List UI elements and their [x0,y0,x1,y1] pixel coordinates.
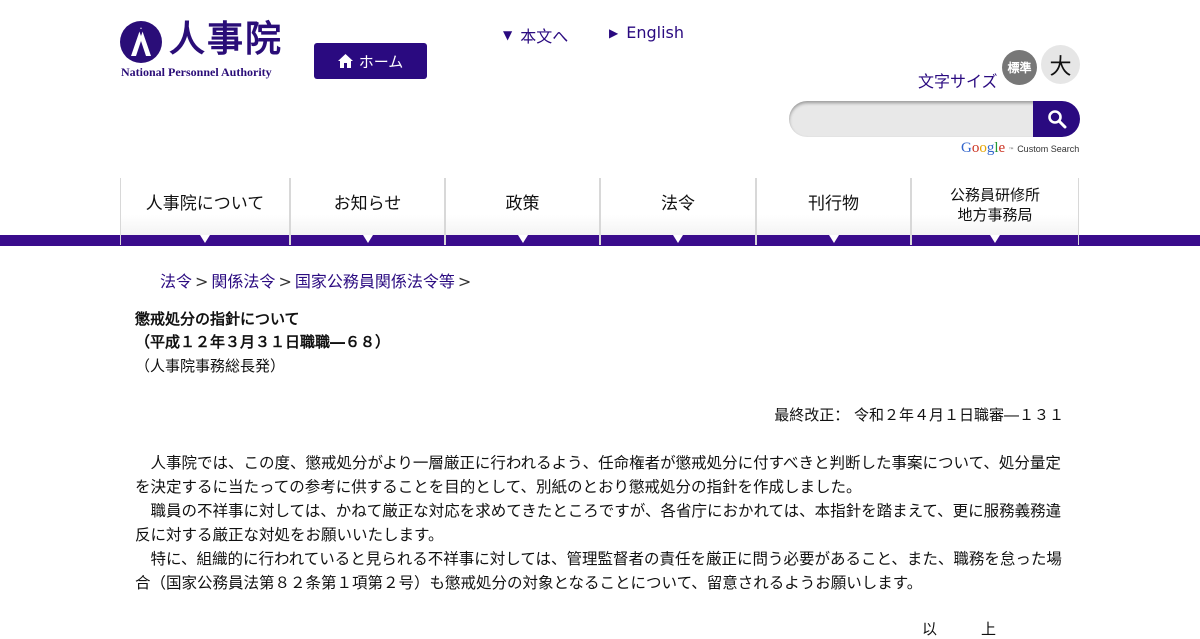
page-title: 懲戒処分の指針について （平成１２年３月３１日職職―６８） [135,308,390,354]
breadcrumb-separator: > [457,272,472,291]
document-revision: 最終改正： 令和２年４月１日職審―１３１ [774,406,1064,424]
nav-item-laws[interactable]: 法令 [600,178,756,245]
custom-search-label: Custom Search [1017,144,1080,154]
nav-item-label: 政策 [505,194,540,214]
triangle-right-icon: ▶ [609,25,619,40]
body-paragraph: 人事院では、この度、懲戒処分がより一層厳正に行われるよう、任命権者が懲戒処分に付… [135,454,1061,496]
search-button[interactable] [1033,101,1080,137]
nav-indicator [291,235,444,245]
search-input[interactable] [789,101,1049,137]
nav-item-label: 公務員研修所 地方事務局 [950,185,1040,225]
home-button[interactable]: ホーム [314,43,427,79]
english-link[interactable]: ▶ English [609,23,684,42]
nav-item-training-regional[interactable]: 公務員研修所 地方事務局 [911,178,1079,245]
nav-indicator [601,235,755,245]
nav-item-about[interactable]: 人事院について [120,178,290,245]
site-logo[interactable]: 人事院 National Personnel Authority [119,19,294,80]
breadcrumb-link-laws[interactable]: 法令 [160,272,192,291]
nav-item-label: 人事院について [145,194,265,214]
nav-item-label: 刊行物 [808,194,859,214]
skip-to-content-label: 本文へ [520,27,569,46]
english-link-label: English [626,23,685,42]
nav-item-news[interactable]: お知らせ [290,178,445,245]
skip-to-content-link[interactable]: ▼ 本文へ [503,23,568,47]
logo-title-en: National Personnel Authority [121,65,272,79]
nav-indicator [912,235,1078,245]
document-issuer: （人事院事務総長発） [135,357,286,375]
nav-item-publications[interactable]: 刊行物 [756,178,911,245]
triangle-down-icon: ▼ [503,28,513,42]
home-icon [337,54,353,68]
nav-item-label-line2: 地方事務局 [957,205,1033,224]
google-custom-search-branding: Google ™ Custom Search [961,140,1079,157]
search-icon [1047,110,1066,129]
font-size-standard-button[interactable]: 標準 [1002,50,1037,85]
nav-item-label-line1: 公務員研修所 [949,185,1040,204]
logo-title-jp: 人事院 [169,19,284,60]
body-paragraph: 職員の不祥事に対しては、かねて厳正な対応を求めてきたところですが、各省庁におかれ… [135,502,1062,544]
document-title: 懲戒処分の指針について [135,310,300,328]
home-button-label: ホーム [358,52,404,71]
google-wordmark: Google [961,140,1006,156]
nav-item-label: 法令 [661,194,695,214]
trademark-symbol: ™ [1008,147,1015,154]
breadcrumb-link-civil-service-laws[interactable]: 国家公務員関係法令等 [295,272,455,291]
font-size-large-button[interactable]: 大 [1041,45,1080,84]
breadcrumb-separator: > [278,272,292,291]
global-nav: 人事院について お知らせ 政策 法令 刊行物 公務員研修所 地方事務局 [120,178,1079,245]
breadcrumb-separator: > [195,272,209,291]
nav-indicator [757,235,910,245]
font-size-label: 文字サイズ [918,72,998,91]
nav-indicator [446,235,599,245]
npa-emblem-icon [120,21,162,63]
nav-item-policy[interactable]: 政策 [445,178,600,245]
document-closing: 以上 [922,620,1041,638]
document-reference: （平成１２年３月３１日職職―６８） [135,333,391,351]
nav-indicator [121,235,289,245]
document-body: 人事院では、この度、懲戒処分がより一層厳正に行われるよう、任命権者が懲戒処分に付… [135,451,1065,595]
nav-item-label: お知らせ [333,194,402,214]
body-paragraph: 特に、組織的に行われていると見られる不祥事に対しては、管理監督者の責任を厳正に問… [135,550,1062,592]
breadcrumb: 法令 > 関係法令 > 国家公務員関係法令等 > [160,268,474,292]
breadcrumb-link-related-laws[interactable]: 関係法令 [211,272,275,291]
